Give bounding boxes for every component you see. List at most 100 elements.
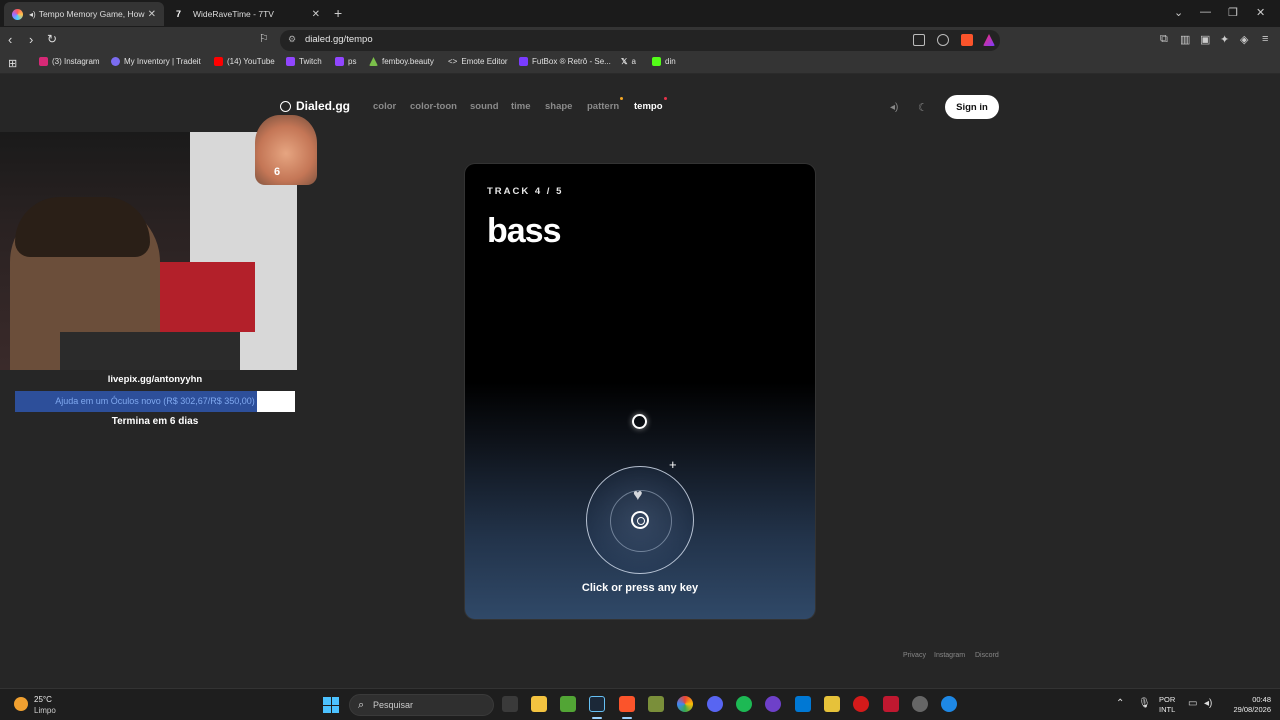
close-icon[interactable]: ✕ [312, 9, 320, 20]
language-indicator[interactable]: POR INTL [1159, 695, 1175, 715]
minecraft-icon[interactable] [560, 696, 576, 712]
sound-toggle-icon[interactable]: ◂) [890, 102, 898, 113]
task-view-icon[interactable] [502, 696, 518, 712]
file-explorer-icon[interactable] [531, 696, 547, 712]
brave-icon[interactable] [619, 696, 635, 712]
app-x-icon[interactable] [883, 696, 899, 712]
page: Dialed.gg color color-toon sound time sh… [0, 75, 1280, 688]
sign-in-button[interactable]: Sign in [945, 95, 999, 119]
weather-icon[interactable] [14, 697, 28, 711]
volume-icon[interactable]: ◂) [1204, 698, 1212, 709]
search-icon: ⌕ [358, 699, 365, 711]
tab-search-icon[interactable]: ⌄ [1174, 6, 1183, 19]
clock[interactable]: 00:48 29/08/2026 [1226, 695, 1271, 715]
windows-start-icon[interactable] [323, 697, 339, 713]
discord-icon[interactable] [707, 696, 723, 712]
wallet-icon[interactable]: ▣ [1200, 33, 1210, 46]
tab-title: WideRaveTime - 7TV [193, 9, 274, 19]
github-icon[interactable] [765, 696, 781, 712]
bookmark-youtube[interactable]: (14) YouTube [214, 57, 275, 66]
media-player-icon[interactable] [853, 696, 869, 712]
tray-chevron-icon[interactable]: ⌃ [1116, 698, 1124, 709]
app-m-icon[interactable] [824, 696, 840, 712]
network-icon[interactable]: ▭ [1188, 698, 1197, 709]
nav-time[interactable]: time [511, 101, 531, 112]
bookmark-kick[interactable]: din [652, 57, 676, 66]
dial-target-icon [631, 511, 649, 529]
reload-button[interactable]: ↻ [47, 32, 57, 46]
theme-toggle-icon[interactable]: ☾ [918, 101, 928, 114]
webcam-shirt [60, 332, 240, 370]
tab-tempo[interactable]: ◂) Tempo Memory Game, How ✕ [4, 2, 164, 26]
translate-icon[interactable] [913, 34, 925, 46]
maximize-button[interactable]: ❐ [1228, 6, 1238, 19]
leo-ai-icon[interactable]: ✦ [1220, 33, 1229, 46]
close-icon[interactable]: ✕ [148, 9, 156, 20]
futbox-icon [519, 57, 528, 66]
url-text[interactable]: dialed.gg/tempo [305, 34, 373, 45]
bookmark-ps[interactable]: ps [335, 57, 356, 66]
bookmark-futbox[interactable]: FutBox ® Retrô - Se... [519, 57, 611, 66]
address-bar[interactable]: ⚙ dialed.gg/tempo [280, 30, 1000, 51]
minimize-button[interactable]: — [1200, 6, 1211, 18]
new-tab-button[interactable]: + [334, 5, 342, 21]
bookmark-tradeit[interactable]: My Inventory | Tradeit [111, 57, 201, 66]
nav-shape[interactable]: shape [545, 101, 572, 112]
obs-icon[interactable] [912, 696, 928, 712]
brave-rewards-icon[interactable] [983, 34, 995, 46]
bookmark-x[interactable]: 𝕏a [621, 57, 636, 66]
toolbar: ‹ › ↻ ⚐ ⚙ dialed.gg/tempo ⧉ ▥ ▣ ✦ ◈ ≡ [0, 27, 1280, 53]
game-card[interactable]: TRACK 4 / 5 bass + ♥ Click or press any … [465, 164, 815, 619]
nav-sound[interactable]: sound [470, 101, 499, 112]
nav-tempo[interactable]: tempo [634, 97, 667, 112]
menu-icon[interactable]: ≡ [1262, 33, 1268, 45]
bookmark-instagram[interactable]: (3) Instagram [39, 57, 100, 66]
nav-pattern[interactable]: pattern [587, 97, 624, 112]
cursor-crosshair-icon: + [669, 457, 677, 472]
brave-shields-icon[interactable] [961, 34, 973, 46]
track-name: bass [487, 212, 561, 250]
forward-button[interactable]: › [29, 32, 33, 47]
nav-color-toon[interactable]: color-toon [410, 101, 457, 112]
webcam-hair [15, 197, 150, 257]
track-label: TRACK 4 / 5 [487, 186, 564, 197]
steam-icon[interactable] [589, 696, 605, 712]
x-icon: 𝕏 [621, 57, 628, 66]
footer-discord-link[interactable]: Discord [975, 652, 999, 659]
weather-condition[interactable]: Limpo [34, 706, 56, 715]
app-c-icon[interactable] [941, 696, 957, 712]
footer-instagram-link[interactable]: Instagram [934, 652, 965, 659]
taskbar-search[interactable]: ⌕ Pesquisar [349, 694, 494, 716]
weather-temp[interactable]: 25°C [34, 695, 52, 704]
tap-button[interactable]: ♥ [586, 466, 694, 574]
nav-color[interactable]: color [373, 101, 396, 112]
beat-indicator-icon [632, 414, 647, 429]
7tv-favicon-icon: 7 [176, 8, 182, 19]
back-button[interactable]: ‹ [8, 32, 12, 47]
spotify-icon[interactable] [736, 696, 752, 712]
vscode-icon[interactable] [795, 696, 811, 712]
site-logo[interactable]: Dialed.gg [280, 99, 350, 113]
vpn-icon[interactable]: ◈ [1240, 33, 1248, 46]
bookmark-twitch[interactable]: Twitch [286, 57, 322, 66]
apps-grid-icon[interactable]: ⊞ [8, 57, 17, 70]
donation-goal-text: Ajuda em um Óculos novo (R$ 302,67/R$ 35… [55, 396, 255, 406]
dialed-favicon-icon [12, 8, 23, 20]
bookmark-icon[interactable]: ⚐ [259, 32, 269, 45]
footer-privacy-link[interactable]: Privacy [903, 652, 926, 659]
bookmark-femboy[interactable]: femboy.beauty [369, 57, 434, 66]
youtube-icon [214, 57, 223, 66]
zoom-icon[interactable] [937, 34, 949, 46]
tradeit-icon [111, 57, 120, 66]
tab-title: Tempo Memory Game, How [38, 9, 145, 19]
tab-7tv[interactable]: 7 WideRaveTime - 7TV ✕ [168, 2, 328, 26]
close-window-button[interactable]: ✕ [1256, 6, 1265, 19]
microphone-icon[interactable]: 🎙 [1138, 698, 1151, 709]
bookmark-emote-editor[interactable]: <> Emote Editor [448, 57, 508, 66]
chrome-icon[interactable] [677, 696, 693, 712]
app-icon[interactable] [648, 696, 664, 712]
donation-ends-text: Termina em 6 dias [111, 416, 199, 427]
site-info-icon[interactable]: ⚙ [288, 34, 296, 45]
sidebar-icon[interactable]: ▥ [1180, 33, 1190, 46]
extensions-icon[interactable]: ⧉ [1160, 33, 1168, 46]
